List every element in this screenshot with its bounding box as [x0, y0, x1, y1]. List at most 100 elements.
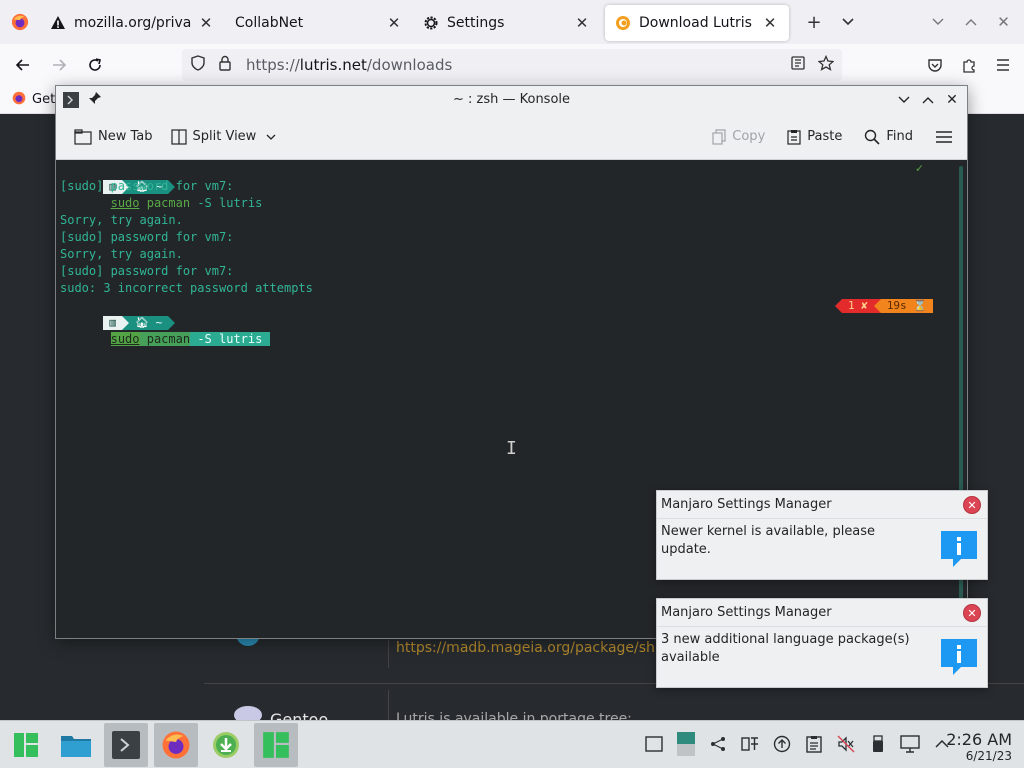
reload-icon[interactable]: [78, 48, 112, 82]
firefox-icon[interactable]: [0, 0, 40, 44]
virtual-desktop-pager-icon[interactable]: [672, 729, 700, 759]
command-duration-badge: 19s ⌛: [880, 298, 933, 313]
close-icon[interactable]: ✕: [197, 14, 215, 32]
bookmark-get-started[interactable]: Get: [32, 92, 55, 107]
browser-nav-bar: https://lutris.net/downloads: [0, 44, 1024, 86]
notification-app-name: Manjaro Settings Manager: [657, 599, 987, 627]
new-tab-icon: [74, 128, 92, 145]
terminal-output-line: Sorry, try again.: [60, 213, 183, 227]
notification-language-packages[interactable]: Manjaro Settings Manager ✕ 3 new additio…: [656, 598, 988, 688]
command-pacman-highlighted: pacman: [146, 332, 191, 346]
notification-message: Newer kernel is available, please update…: [661, 524, 876, 557]
browser-tab-bar: mozilla.org/privacy/fi ✕ CollabNet ✕ Set…: [0, 0, 1024, 44]
minimize-chevron-icon[interactable]: [921, 5, 954, 39]
warning-icon: [50, 15, 66, 31]
command-sudo-highlighted: sudo: [110, 332, 140, 346]
maximize-icon[interactable]: [917, 89, 939, 111]
bookmark-star-icon[interactable]: [817, 54, 835, 75]
list-all-tabs-chevron-icon[interactable]: [831, 5, 865, 39]
reader-view-icon[interactable]: [790, 55, 806, 75]
manjaro-settings-taskbar-icon[interactable]: [254, 722, 298, 767]
new-tab-plus-icon[interactable]: +: [797, 5, 831, 39]
notification-kernel-update[interactable]: Manjaro Settings Manager ✕ Newer kernel …: [656, 490, 988, 580]
usb-device-icon[interactable]: [864, 729, 892, 759]
extensions-puzzle-icon[interactable]: [952, 48, 986, 82]
system-tray: [640, 729, 956, 759]
manjaro-icon: ▥: [103, 315, 122, 330]
tab-label: Settings: [447, 15, 505, 31]
prompt-dir: ~: [155, 315, 163, 329]
terminal-output-line: sudo: 3 incorrect password attempts: [60, 281, 313, 295]
split-view-button[interactable]: Split View: [165, 122, 283, 152]
window-close-icon[interactable]: ✕: [987, 5, 1020, 39]
paste-label: Paste: [807, 129, 843, 144]
pocket-icon[interactable]: [918, 48, 952, 82]
close-icon[interactable]: ✕: [385, 14, 403, 32]
taskbar: 2:26 AM 6/21/23: [0, 720, 1024, 768]
new-tab-button[interactable]: New Tab: [68, 122, 159, 152]
command-pacman: pacman: [146, 196, 191, 210]
volume-muted-icon[interactable]: [832, 729, 860, 759]
url-text[interactable]: https://lutris.net/downloads: [246, 56, 452, 74]
hamburger-menu-icon: [936, 130, 952, 143]
tab-collabnet[interactable]: CollabNet ✕: [225, 5, 413, 41]
tracking-shield-icon[interactable]: [190, 55, 206, 75]
forward-arrow-icon[interactable]: [42, 48, 76, 82]
konsole-titlebar[interactable]: ~ : zsh — Konsole ✕: [56, 86, 967, 114]
maximize-chevron-icon[interactable]: [954, 5, 987, 39]
url-bar[interactable]: https://lutris.net/downloads: [182, 49, 842, 81]
firefox-taskbar-icon[interactable]: [154, 722, 198, 767]
lutris-icon: [615, 15, 631, 31]
terminal-output-line: [sudo] password for vm7:: [60, 179, 234, 193]
split-view-label: Split View: [192, 129, 257, 144]
digital-clock[interactable]: 2:26 AM 6/21/23: [946, 730, 1012, 764]
find-button[interactable]: Find: [858, 122, 919, 152]
command-args: -S lutris: [190, 196, 263, 210]
tab-mozilla-privacy[interactable]: mozilla.org/privacy/fi ✕: [40, 5, 225, 41]
hamburger-menu-icon[interactable]: [986, 48, 1020, 82]
paste-button[interactable]: Paste: [781, 122, 848, 152]
back-arrow-icon[interactable]: [6, 48, 40, 82]
tab-download-lutris[interactable]: Download Lutris ✕: [605, 5, 789, 41]
firefox-bookmark-icon: [12, 91, 26, 109]
tab-label: CollabNet: [235, 15, 304, 31]
close-icon[interactable]: ✕: [573, 14, 591, 32]
kde-connect-icon[interactable]: [704, 729, 732, 759]
copy-button[interactable]: Copy: [706, 122, 771, 152]
terminal-output-line: [sudo] password for vm7:: [60, 264, 234, 278]
update-notifier-icon[interactable]: [768, 729, 796, 759]
notification-close-icon[interactable]: ✕: [963, 604, 981, 622]
paste-icon: [787, 129, 801, 145]
clipboard-icon[interactable]: [800, 729, 828, 759]
minimize-icon[interactable]: [893, 89, 915, 111]
hamburger-menu-button[interactable]: [929, 122, 959, 152]
table-divider: [388, 640, 389, 668]
tab-settings[interactable]: Settings ✕: [413, 5, 601, 41]
notification-message: 3 new additional language package(s) ava…: [661, 632, 910, 665]
konsole-taskbar-icon[interactable]: [104, 722, 148, 767]
url-host: lutris.net: [299, 56, 367, 74]
network-wired-icon[interactable]: [896, 729, 924, 759]
command-args-highlighted: -S lutris: [190, 332, 263, 346]
input-method-icon[interactable]: [736, 729, 764, 759]
terminal-output-line: [sudo] password for vm7:: [60, 230, 234, 244]
close-icon[interactable]: ✕: [941, 89, 963, 111]
application-launcher-manjaro-icon[interactable]: [4, 723, 48, 767]
text-cursor-icon: I: [506, 438, 517, 459]
search-icon: [865, 129, 880, 145]
clock-time: 2:26 AM: [946, 730, 1012, 749]
terminal-output-line: Sorry, try again.: [60, 247, 183, 261]
new-tab-label: New Tab: [98, 129, 153, 144]
lock-icon[interactable]: [218, 55, 232, 75]
notification-close-icon[interactable]: ✕: [963, 496, 981, 514]
close-icon[interactable]: ✕: [761, 14, 779, 32]
file-manager-icon[interactable]: [54, 723, 98, 767]
mageia-package-link[interactable]: https://madb.mageia.org/package/sh: [396, 640, 655, 656]
right-prompt: 1 ✘ 19s ⌛: [834, 297, 933, 314]
split-view-icon: [170, 128, 187, 145]
success-check-icon: ✓: [915, 161, 923, 175]
terminal-prompt-line: ▥ 🏠︎ ~ sudo pacman -S lutris: [60, 161, 262, 210]
show-desktop-icon[interactable]: [640, 729, 668, 759]
software-update-download-icon[interactable]: [204, 723, 248, 767]
gear-icon: [423, 15, 439, 31]
